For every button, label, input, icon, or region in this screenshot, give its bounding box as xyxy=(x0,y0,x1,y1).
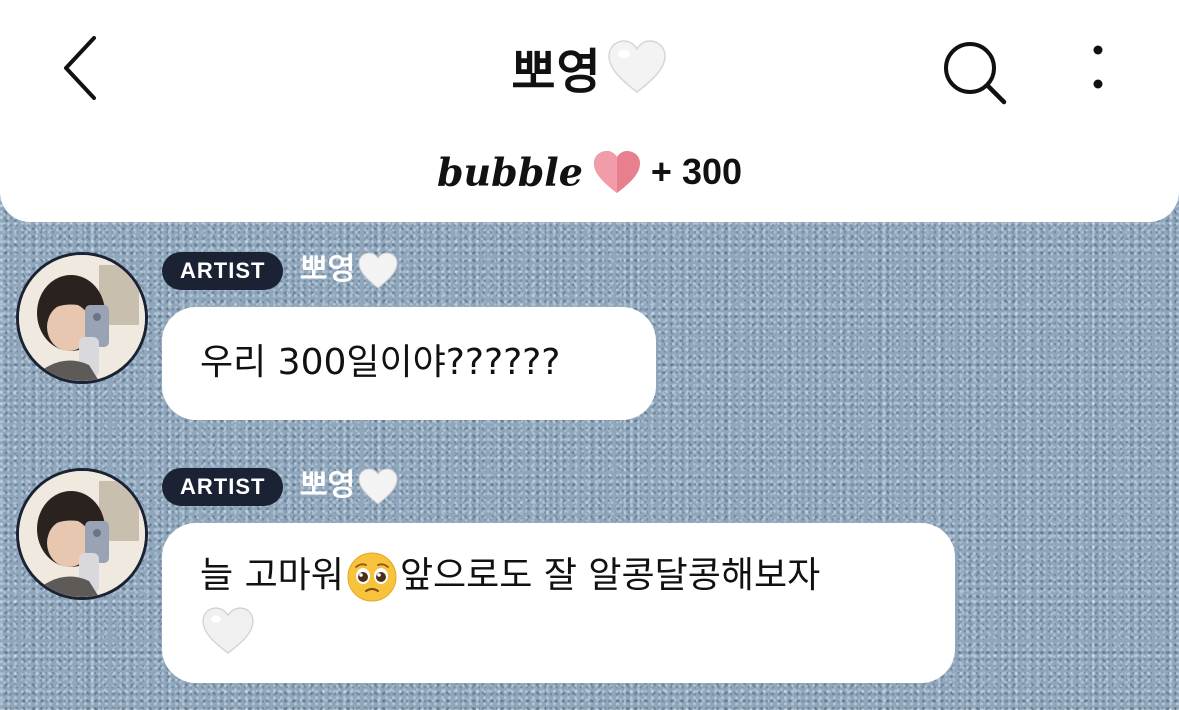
chat-title-text: 뽀영 xyxy=(511,44,602,100)
more-vertical-icon xyxy=(1093,45,1103,89)
sender-name: 뽀영 xyxy=(300,466,399,507)
message-bubble[interactable]: 우리 300일이야?????? xyxy=(162,307,656,420)
sender-name: 뽀영 xyxy=(300,250,399,291)
white-heart-icon xyxy=(607,40,666,93)
more-options-button[interactable] xyxy=(1076,40,1120,96)
message-text: 늘 고마워 xyxy=(200,555,344,596)
sender-name-text: 뽀영 xyxy=(300,468,356,503)
pink-heart-icon xyxy=(593,151,640,193)
message-text: 우리 300일이야?????? xyxy=(200,342,561,383)
bubble-day-counter: bubble + 300 xyxy=(0,148,1179,196)
white-heart-icon xyxy=(202,607,254,654)
search-button[interactable] xyxy=(938,38,1010,108)
chat-header: 뽀영 bubble + 300 xyxy=(0,0,1179,222)
message-bubble[interactable]: 늘 고마워 앞으로도 잘 알콩달콩해보자 xyxy=(162,523,955,683)
message-text-continued: 앞으로도 잘 알콩달콩해보자 xyxy=(399,555,821,596)
search-icon xyxy=(944,42,1007,105)
sender-name-text: 뽀영 xyxy=(300,252,356,287)
white-heart-icon xyxy=(358,251,398,289)
bubble-day-count: + 300 xyxy=(650,151,743,192)
bubble-logo-text: bubble xyxy=(436,149,583,195)
artist-badge: ARTIST xyxy=(162,468,284,506)
artist-badge: ARTIST xyxy=(162,252,284,290)
avatar[interactable] xyxy=(16,252,148,384)
pleading-face-emoji xyxy=(347,552,397,602)
avatar[interactable] xyxy=(16,468,148,600)
white-heart-icon xyxy=(358,467,398,505)
